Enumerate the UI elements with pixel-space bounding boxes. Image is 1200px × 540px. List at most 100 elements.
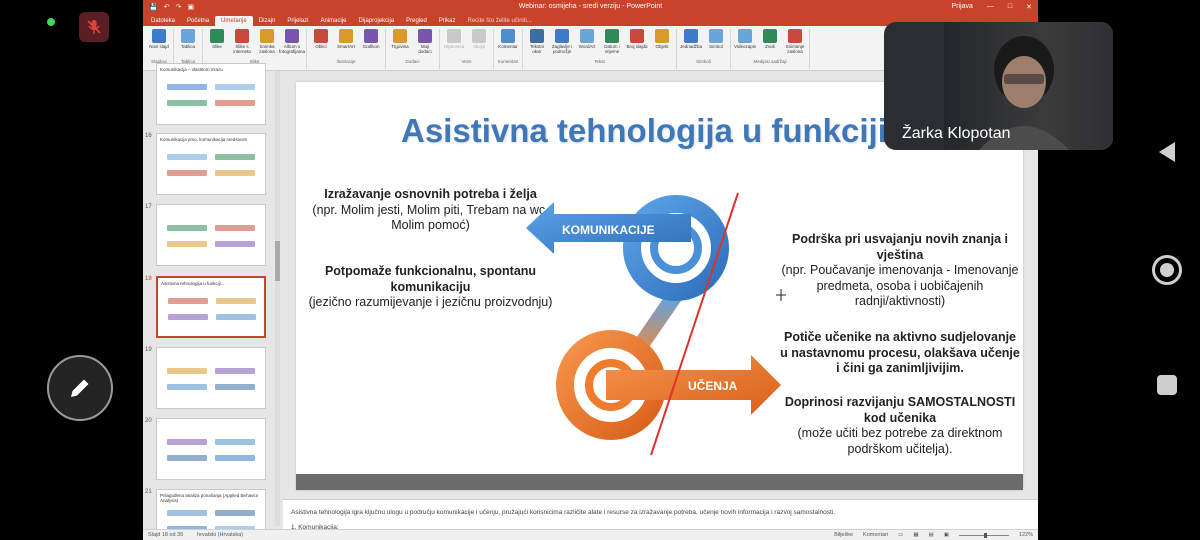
ribbon-button-2-3[interactable]: Album s fotografijama bbox=[279, 29, 306, 59]
thumbnail-preview[interactable]: Komunikacija prvo, komunikacija sredstvo… bbox=[156, 133, 266, 195]
thumbnail-preview[interactable] bbox=[156, 347, 266, 409]
left-text-2[interactable]: Potpomaže funkcionalnu, spontanu komunik… bbox=[308, 264, 553, 311]
thumbnail-preview[interactable] bbox=[156, 418, 266, 480]
tab-4[interactable]: Prijelazi bbox=[281, 16, 314, 26]
ribbon-button-4-1[interactable]: Moji dodaci bbox=[414, 29, 436, 59]
account-link[interactable]: Prijava bbox=[951, 3, 972, 11]
ribbon-button-icon bbox=[235, 29, 249, 43]
ribbon-button-icon bbox=[447, 29, 461, 43]
ribbon-button-5-1[interactable]: Akcija bbox=[468, 29, 490, 59]
communication-learning-diagram: KOMUNIKACIJE UČENJA bbox=[526, 192, 781, 456]
thumbnail-graphic bbox=[167, 170, 207, 176]
right-text-1[interactable]: Podrška pri usvajanju novih znanja i vje… bbox=[780, 232, 1020, 310]
microphone-muted-icon[interactable] bbox=[79, 12, 109, 42]
komunikacije-label: KOMUNIKACIJE bbox=[562, 223, 655, 237]
thumbnail-title: Komunikacija – vlastitom izrazu bbox=[160, 67, 223, 72]
thumbnail-preview[interactable] bbox=[156, 204, 266, 266]
ribbon-button-label: Hiperveza bbox=[443, 44, 465, 49]
left-heading-1: Izražavanje osnovnih potreba i želja bbox=[324, 187, 537, 201]
thumbnail-graphic bbox=[215, 100, 255, 106]
ribbon-button-7-2[interactable]: WordArt bbox=[576, 29, 598, 59]
ribbon-button-4-0[interactable]: Trgovina bbox=[389, 29, 411, 59]
right-text-2[interactable]: Potiče učenike na aktivno sudjelovanje u… bbox=[780, 330, 1020, 377]
right-heading-1: Podrška pri usvajanju novih znanja i vje… bbox=[791, 232, 1009, 262]
ribbon-button-icon bbox=[181, 29, 195, 43]
ribbon-button-icon bbox=[260, 29, 274, 43]
home-icon bbox=[1160, 263, 1174, 277]
ribbon-button-label: Album s fotografijama bbox=[279, 44, 306, 54]
thumbnail-graphic bbox=[215, 439, 255, 445]
ribbon-button-8-1[interactable]: Simbol bbox=[705, 29, 727, 59]
slideshow-view-icon[interactable]: ▣ bbox=[944, 532, 949, 538]
notes-pane[interactable]: Asistivna tehnologija igra ključnu ulogu… bbox=[283, 499, 1038, 531]
ribbon-button-label: Oblici bbox=[315, 44, 327, 49]
notes-toggle[interactable]: Bilješke bbox=[834, 532, 853, 538]
ribbon-button-2-0[interactable]: Slike bbox=[206, 29, 228, 59]
ribbon-button-label: WordArt bbox=[578, 44, 596, 49]
ribbon-button-8-0[interactable]: Jednadžba bbox=[680, 29, 702, 59]
tab-0[interactable]: Datoteka bbox=[145, 16, 181, 26]
ribbon-button-7-5[interactable]: Objekt bbox=[651, 29, 673, 59]
ribbon-button-7-4[interactable]: Broj slajda bbox=[626, 29, 648, 59]
ribbon-button-2-2[interactable]: Snimka zaslona bbox=[256, 29, 278, 59]
recent-apps-button[interactable] bbox=[1157, 375, 1177, 395]
ribbon-group-label: Simboli bbox=[696, 59, 711, 64]
ribbon-button-7-0[interactable]: Tekstni okvir bbox=[526, 29, 548, 59]
tab-6[interactable]: Dijaprojekcija bbox=[352, 16, 400, 26]
tab-9[interactable]: Recite što želite učiniti... bbox=[462, 16, 538, 26]
ribbon-button-3-0[interactable]: Oblici bbox=[310, 29, 332, 59]
right-body-1: (npr. Poučavanje imenovanja - Imenovanje… bbox=[781, 263, 1019, 308]
reading-view-icon[interactable]: ▤ bbox=[929, 532, 934, 538]
ribbon-button-1-0[interactable]: Tablica bbox=[177, 29, 199, 59]
ribbon-button-label: Zvuk bbox=[765, 44, 775, 49]
move-cursor-icon bbox=[776, 289, 786, 301]
ribbon-group-label: Ilustracije bbox=[336, 59, 356, 64]
ribbon-button-icon bbox=[763, 29, 777, 43]
comments-toggle[interactable]: Komentari bbox=[863, 532, 888, 538]
ribbon-button-5-0[interactable]: Hiperveza bbox=[443, 29, 465, 59]
ribbon-button-9-0[interactable]: Videozapis bbox=[734, 29, 756, 59]
ribbon-button-icon bbox=[210, 29, 224, 43]
thumbnail-graphic bbox=[215, 154, 255, 160]
home-nav-button[interactable] bbox=[1152, 255, 1182, 285]
slide-title[interactable]: Asistivna tehnologija u funkciji. bbox=[401, 112, 896, 150]
thumbnail-preview[interactable]: Komunikacija – vlastitom izrazu bbox=[156, 63, 266, 125]
ribbon-button-2-1[interactable]: Slike s interneta bbox=[231, 29, 253, 59]
ribbon-button-3-2[interactable]: Grafikon bbox=[360, 29, 382, 59]
thumbnail-preview[interactable]: Asistivna tehnologija u funkciji... bbox=[156, 276, 266, 338]
normal-view-icon[interactable]: ▭ bbox=[898, 532, 903, 538]
back-nav-icon[interactable] bbox=[1155, 140, 1179, 164]
participant-video-tile[interactable]: Žarka Klopotan bbox=[884, 22, 1113, 150]
right-heading-2: Potiče učenike na aktivno sudjelovanje u… bbox=[780, 330, 1020, 375]
maximize-icon[interactable]: □ bbox=[1008, 3, 1012, 11]
ribbon-button-label: Akcija bbox=[472, 44, 485, 49]
right-text-3[interactable]: Doprinosi razvijanju SAMOSTALNOSTI kod u… bbox=[780, 395, 1020, 457]
close-icon[interactable]: ✕ bbox=[1026, 3, 1032, 11]
ribbon-button-9-2[interactable]: Snimanje zaslona bbox=[784, 29, 806, 59]
ribbon-button-7-3[interactable]: Datum i vrijeme bbox=[601, 29, 623, 59]
minimize-icon[interactable]: — bbox=[987, 3, 994, 11]
thumbnail-scrollbar[interactable] bbox=[275, 71, 280, 526]
tab-1[interactable]: Početna bbox=[181, 16, 215, 26]
tab-3[interactable]: Dizajn bbox=[253, 16, 282, 26]
ribbon-button-7-1[interactable]: Zaglavlje i podnožje bbox=[551, 29, 573, 59]
tab-8[interactable]: Prikaz bbox=[433, 16, 462, 26]
annotate-pencil-button[interactable] bbox=[47, 355, 113, 421]
ribbon-button-9-1[interactable]: Zvuk bbox=[759, 29, 781, 59]
thumbnail-graphic bbox=[167, 100, 207, 106]
thumbnail-graphic bbox=[215, 84, 255, 90]
ribbon-button-icon bbox=[655, 29, 669, 43]
tab-2[interactable]: Umetanje bbox=[215, 16, 253, 26]
tab-5[interactable]: Animacije bbox=[314, 16, 352, 26]
language-indicator[interactable]: hrvatski (Hrvatska) bbox=[197, 532, 243, 538]
ribbon-button-0-0[interactable]: Novi slajd bbox=[148, 29, 170, 59]
zoom-level[interactable]: 122% bbox=[1019, 532, 1033, 538]
zoom-slider[interactable] bbox=[958, 532, 1009, 538]
ribbon-group-7: Tekstni okvir Zaglavlje i podnožje WordArt… bbox=[523, 29, 677, 69]
sorter-view-icon[interactable]: ▦ bbox=[913, 532, 918, 538]
ribbon-button-6-0[interactable]: Komentar bbox=[497, 29, 519, 59]
thumbnail-title: Asistivna tehnologija u funkciji... bbox=[161, 281, 225, 286]
tab-7[interactable]: Pregled bbox=[400, 16, 433, 26]
ribbon-button-3-1[interactable]: SmartArt bbox=[335, 29, 357, 59]
left-text-1[interactable]: Izražavanje osnovnih potreba i želja (np… bbox=[308, 187, 553, 234]
